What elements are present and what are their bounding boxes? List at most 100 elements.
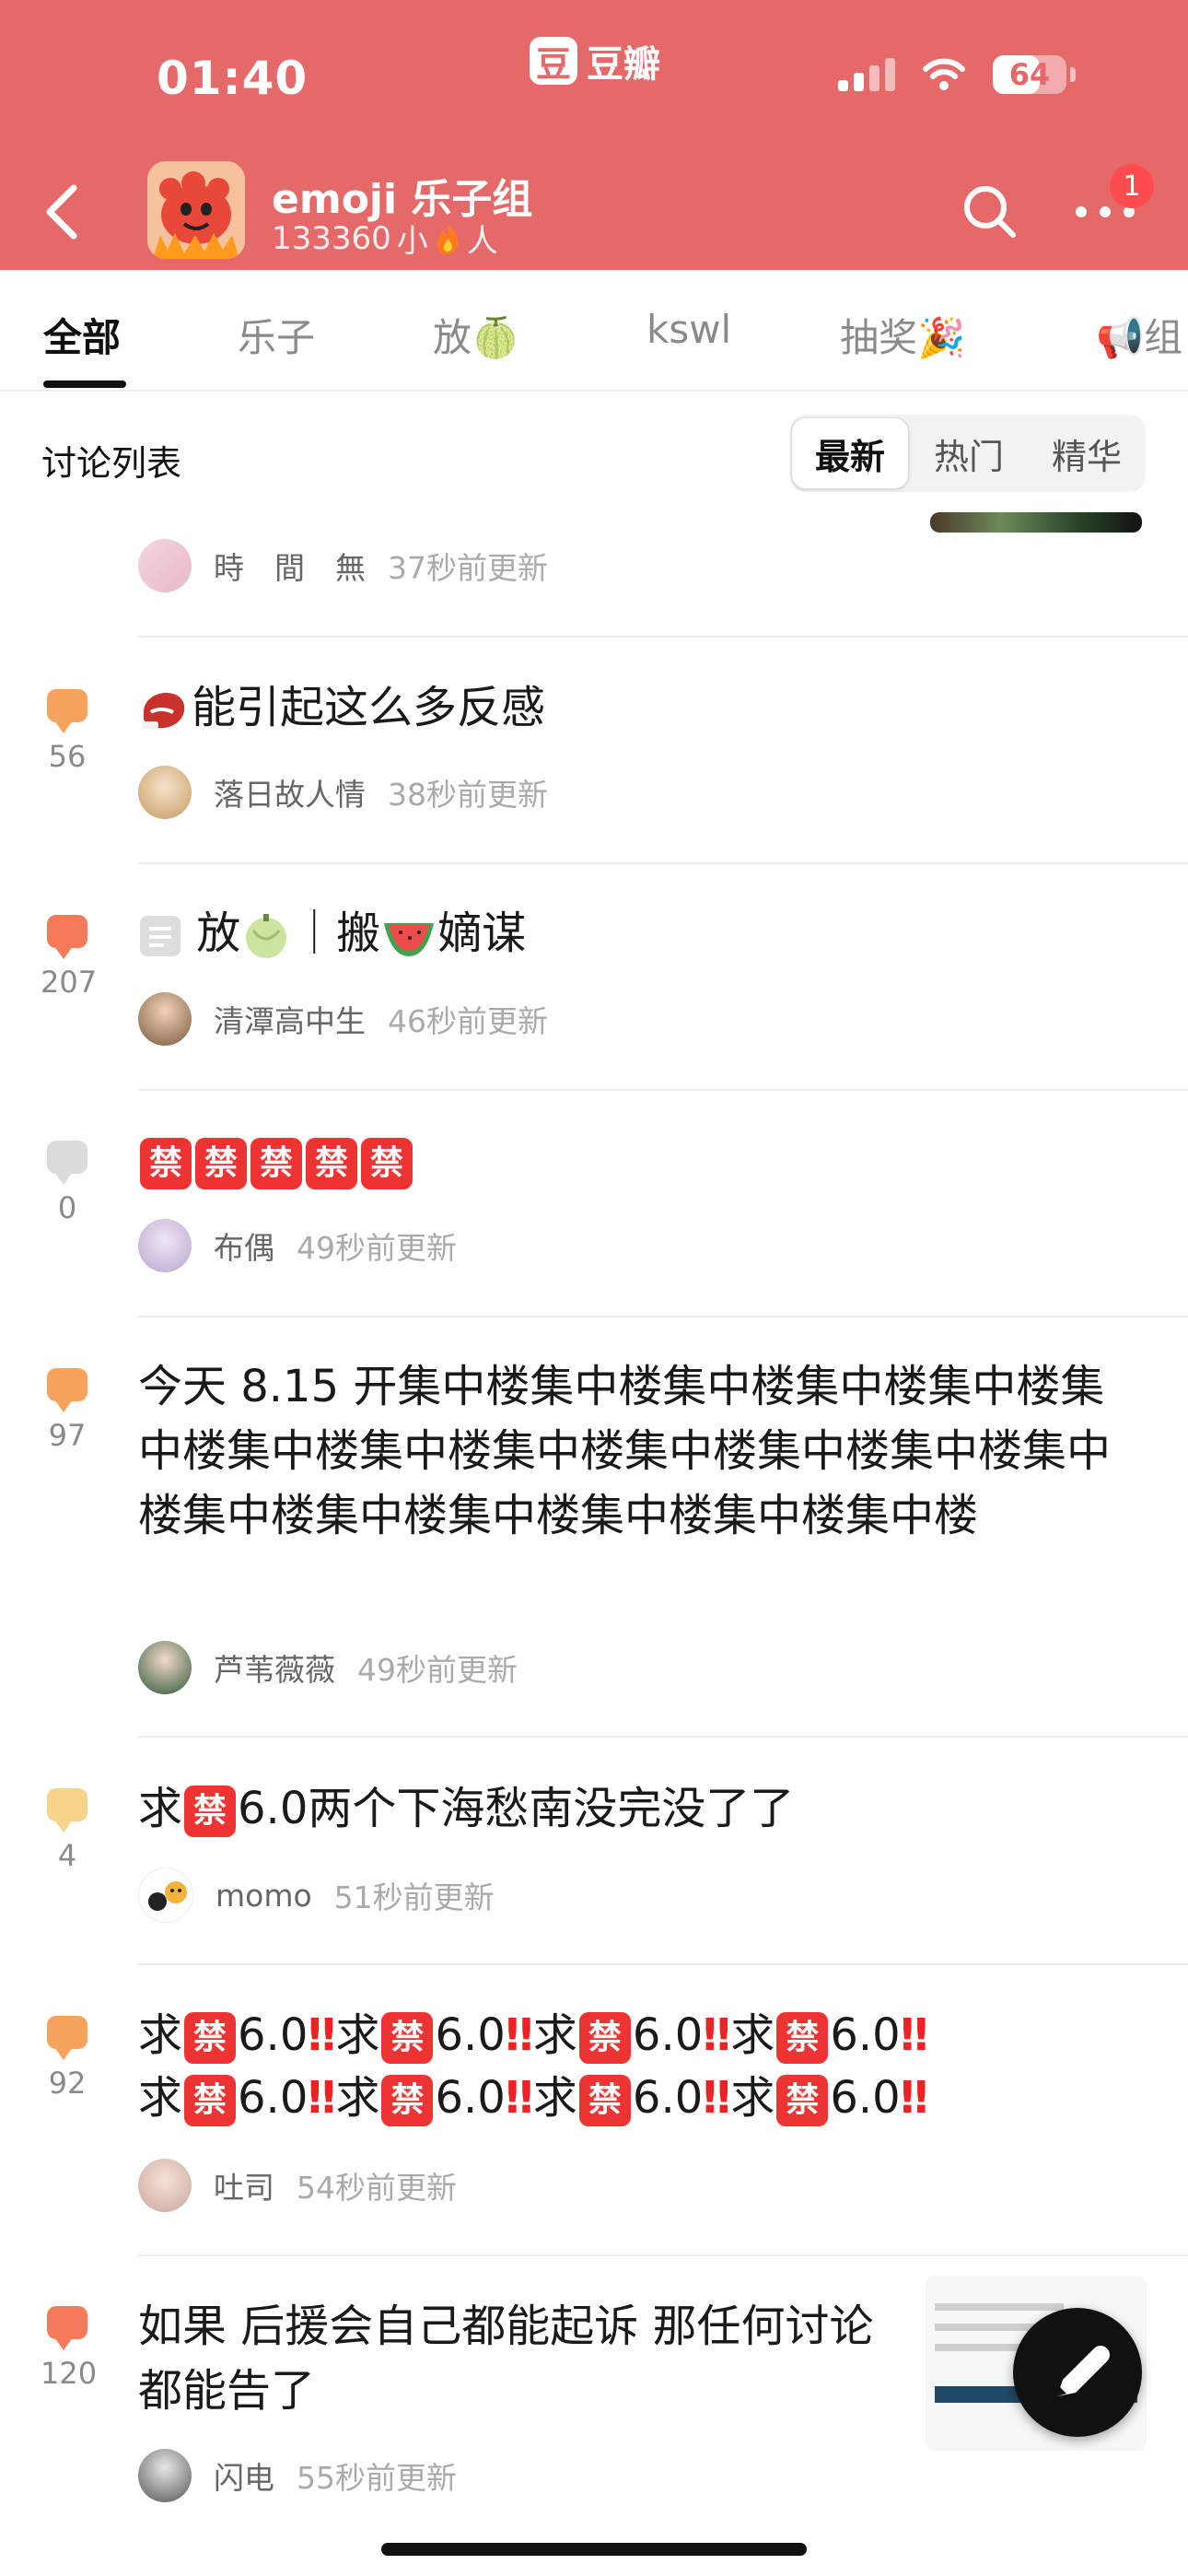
double-exclamation-icon: ‼ xyxy=(505,2009,533,2061)
comment-bubble-icon xyxy=(47,1141,87,1185)
divider xyxy=(138,1089,1188,1091)
app-badge: 豆 豆瓣 xyxy=(530,34,660,88)
header-bar: 01:40 豆 豆瓣 64 emoji 乐子组 133360 小 人 1 xyxy=(0,0,1188,270)
author-name[interactable]: momo xyxy=(215,1878,312,1914)
melon-icon xyxy=(246,914,287,958)
post-title-pre: 求 xyxy=(335,2072,380,2124)
author-name[interactable]: 落日故人情 xyxy=(214,770,366,814)
tab-fun[interactable]: 乐子 xyxy=(238,307,315,363)
tab-lottery[interactable]: 抽奖🎉 xyxy=(840,307,965,363)
avatar[interactable] xyxy=(138,2449,192,2502)
app-logo: 豆 xyxy=(530,37,577,85)
post-meta: 吐司 54秒前更新 xyxy=(138,2159,457,2212)
update-time: 51秒前更新 xyxy=(333,1879,495,1915)
comment-indicator: 207 xyxy=(41,915,98,1000)
ban-icon: 禁 xyxy=(381,2075,434,2126)
post-title[interactable]: 求禁 6.0两个下海愁南没完没了了 xyxy=(138,1776,1151,1841)
edit-pen-icon xyxy=(1057,2346,1110,2396)
ban-icon: 禁 xyxy=(361,1138,413,1189)
member-label-post: 人 xyxy=(466,223,498,260)
post-title[interactable]: 放 ｜搬 嫡谋 xyxy=(138,901,1151,966)
double-exclamation-icon: ‼ xyxy=(900,2009,928,2061)
status-icons: 64 xyxy=(838,55,1076,94)
double-exclamation-icon: ‼ xyxy=(703,2072,731,2124)
double-exclamation-icon: ‼ xyxy=(900,2072,928,2124)
post-meta: momo 51秒前更新 xyxy=(138,1868,495,1923)
post-title[interactable]: 今天 8.15 开集中楼集中楼集中楼集中楼集中楼集中楼集中楼集中楼集中楼集中楼集… xyxy=(138,1354,1142,1548)
post-title[interactable]: 如果 后援会自己都能起诉 那任何讨论都能告了 xyxy=(138,2294,912,2423)
avatar[interactable] xyxy=(138,992,192,1046)
sort-hot[interactable]: 热门 xyxy=(911,418,1027,488)
author-name[interactable]: 布偶 xyxy=(214,1224,274,1268)
post-meta: 布偶 49秒前更新 xyxy=(138,1219,457,1272)
comment-count: 207 xyxy=(41,965,98,1000)
author-name[interactable]: 芦苇薇薇 xyxy=(214,1645,335,1690)
post-title-post: 6.0 xyxy=(435,2072,506,2124)
author-name[interactable]: 吐司 xyxy=(214,2163,274,2207)
tab-kswl[interactable]: kswl xyxy=(646,307,731,352)
fire-icon xyxy=(437,223,459,254)
member-count: 133360 小 人 xyxy=(272,216,498,261)
post-thumbnail[interactable] xyxy=(930,512,1142,533)
sort-latest[interactable]: 最新 xyxy=(791,417,909,489)
comment-count: 92 xyxy=(48,2066,87,2101)
comment-indicator: 92 xyxy=(41,2016,94,2101)
comment-indicator: 97 xyxy=(41,1368,94,1453)
signal-icon xyxy=(838,58,895,91)
double-exclamation-icon: ‼ xyxy=(308,2072,336,2124)
post-title[interactable]: 能引起这么多反感 xyxy=(138,675,1151,740)
comment-bubble-icon xyxy=(47,689,87,733)
tab-melon[interactable]: 放🍈 xyxy=(433,307,519,363)
update-time: 55秒前更新 xyxy=(297,2460,457,2496)
group-avatar[interactable] xyxy=(147,161,245,259)
author-name[interactable]: 闪电 xyxy=(214,2453,274,2498)
ban-icon: 禁 xyxy=(776,2075,829,2126)
divider xyxy=(138,1963,1188,1965)
post-title-pre: 求 xyxy=(138,2072,183,2124)
post-title-text: 放 xyxy=(196,907,241,959)
post-title-post: 6.0 xyxy=(632,2072,704,2124)
compose-button[interactable] xyxy=(1013,2308,1142,2437)
post-title-pre: 求 xyxy=(335,2009,380,2061)
post-meta: 時 間 無 37秒前更新 xyxy=(138,539,548,592)
post-meta: 芦苇薇薇 49秒前更新 xyxy=(138,1641,518,1694)
comment-count: 97 xyxy=(48,1418,87,1453)
avatar[interactable] xyxy=(138,1219,192,1272)
back-icon[interactable] xyxy=(35,175,90,249)
divider xyxy=(138,1736,1188,1738)
member-number: 133360 xyxy=(272,219,391,257)
update-time: 38秒前更新 xyxy=(388,777,548,813)
post-title-pre: 求 xyxy=(138,2009,183,2061)
post-title-pre: 求 xyxy=(532,2072,577,2124)
avatar[interactable] xyxy=(138,1868,193,1923)
steak-icon xyxy=(142,692,185,729)
watermelon-icon xyxy=(384,923,435,956)
sort-segment: 最新 热门 精华 xyxy=(790,415,1146,492)
search-icon[interactable] xyxy=(958,180,1022,244)
comment-count: 4 xyxy=(57,1838,77,1873)
avatar[interactable] xyxy=(138,766,192,819)
divider xyxy=(138,2254,1188,2256)
sort-essence[interactable]: 精华 xyxy=(1029,418,1145,488)
double-exclamation-icon: ‼ xyxy=(505,2072,533,2124)
author-name[interactable]: 時 間 無 xyxy=(214,544,366,588)
author-name[interactable]: 清潭高中生 xyxy=(214,997,366,1041)
ban-icon: 禁 xyxy=(381,2012,434,2064)
home-indicator xyxy=(381,2543,807,2556)
avatar[interactable] xyxy=(138,539,192,592)
ban-icon: 禁 xyxy=(140,1138,192,1189)
post-title[interactable]: 禁禁禁禁禁 xyxy=(138,1129,1151,1193)
avatar[interactable] xyxy=(138,2159,192,2212)
divider xyxy=(138,862,1188,864)
avatar[interactable] xyxy=(138,1641,192,1694)
comment-indicator: 0 xyxy=(41,1141,94,1225)
post-title-mid: ｜搬 xyxy=(292,907,381,959)
post-title-end: 嫡谋 xyxy=(437,907,527,959)
document-icon xyxy=(140,916,181,956)
comment-indicator: 4 xyxy=(41,1788,94,1873)
tab-announce[interactable]: 📢组 xyxy=(1096,307,1182,363)
post-title[interactable]: 求禁 6.0‼求禁 6.0‼求禁 6.0‼求禁 6.0‼ 求禁 6.0‼求禁 6.0‼求禁 6… xyxy=(138,2004,1151,2129)
tab-all[interactable]: 全部 xyxy=(43,307,121,363)
post-title-post: 6.0 xyxy=(435,2009,506,2061)
tab-underline xyxy=(43,381,126,388)
